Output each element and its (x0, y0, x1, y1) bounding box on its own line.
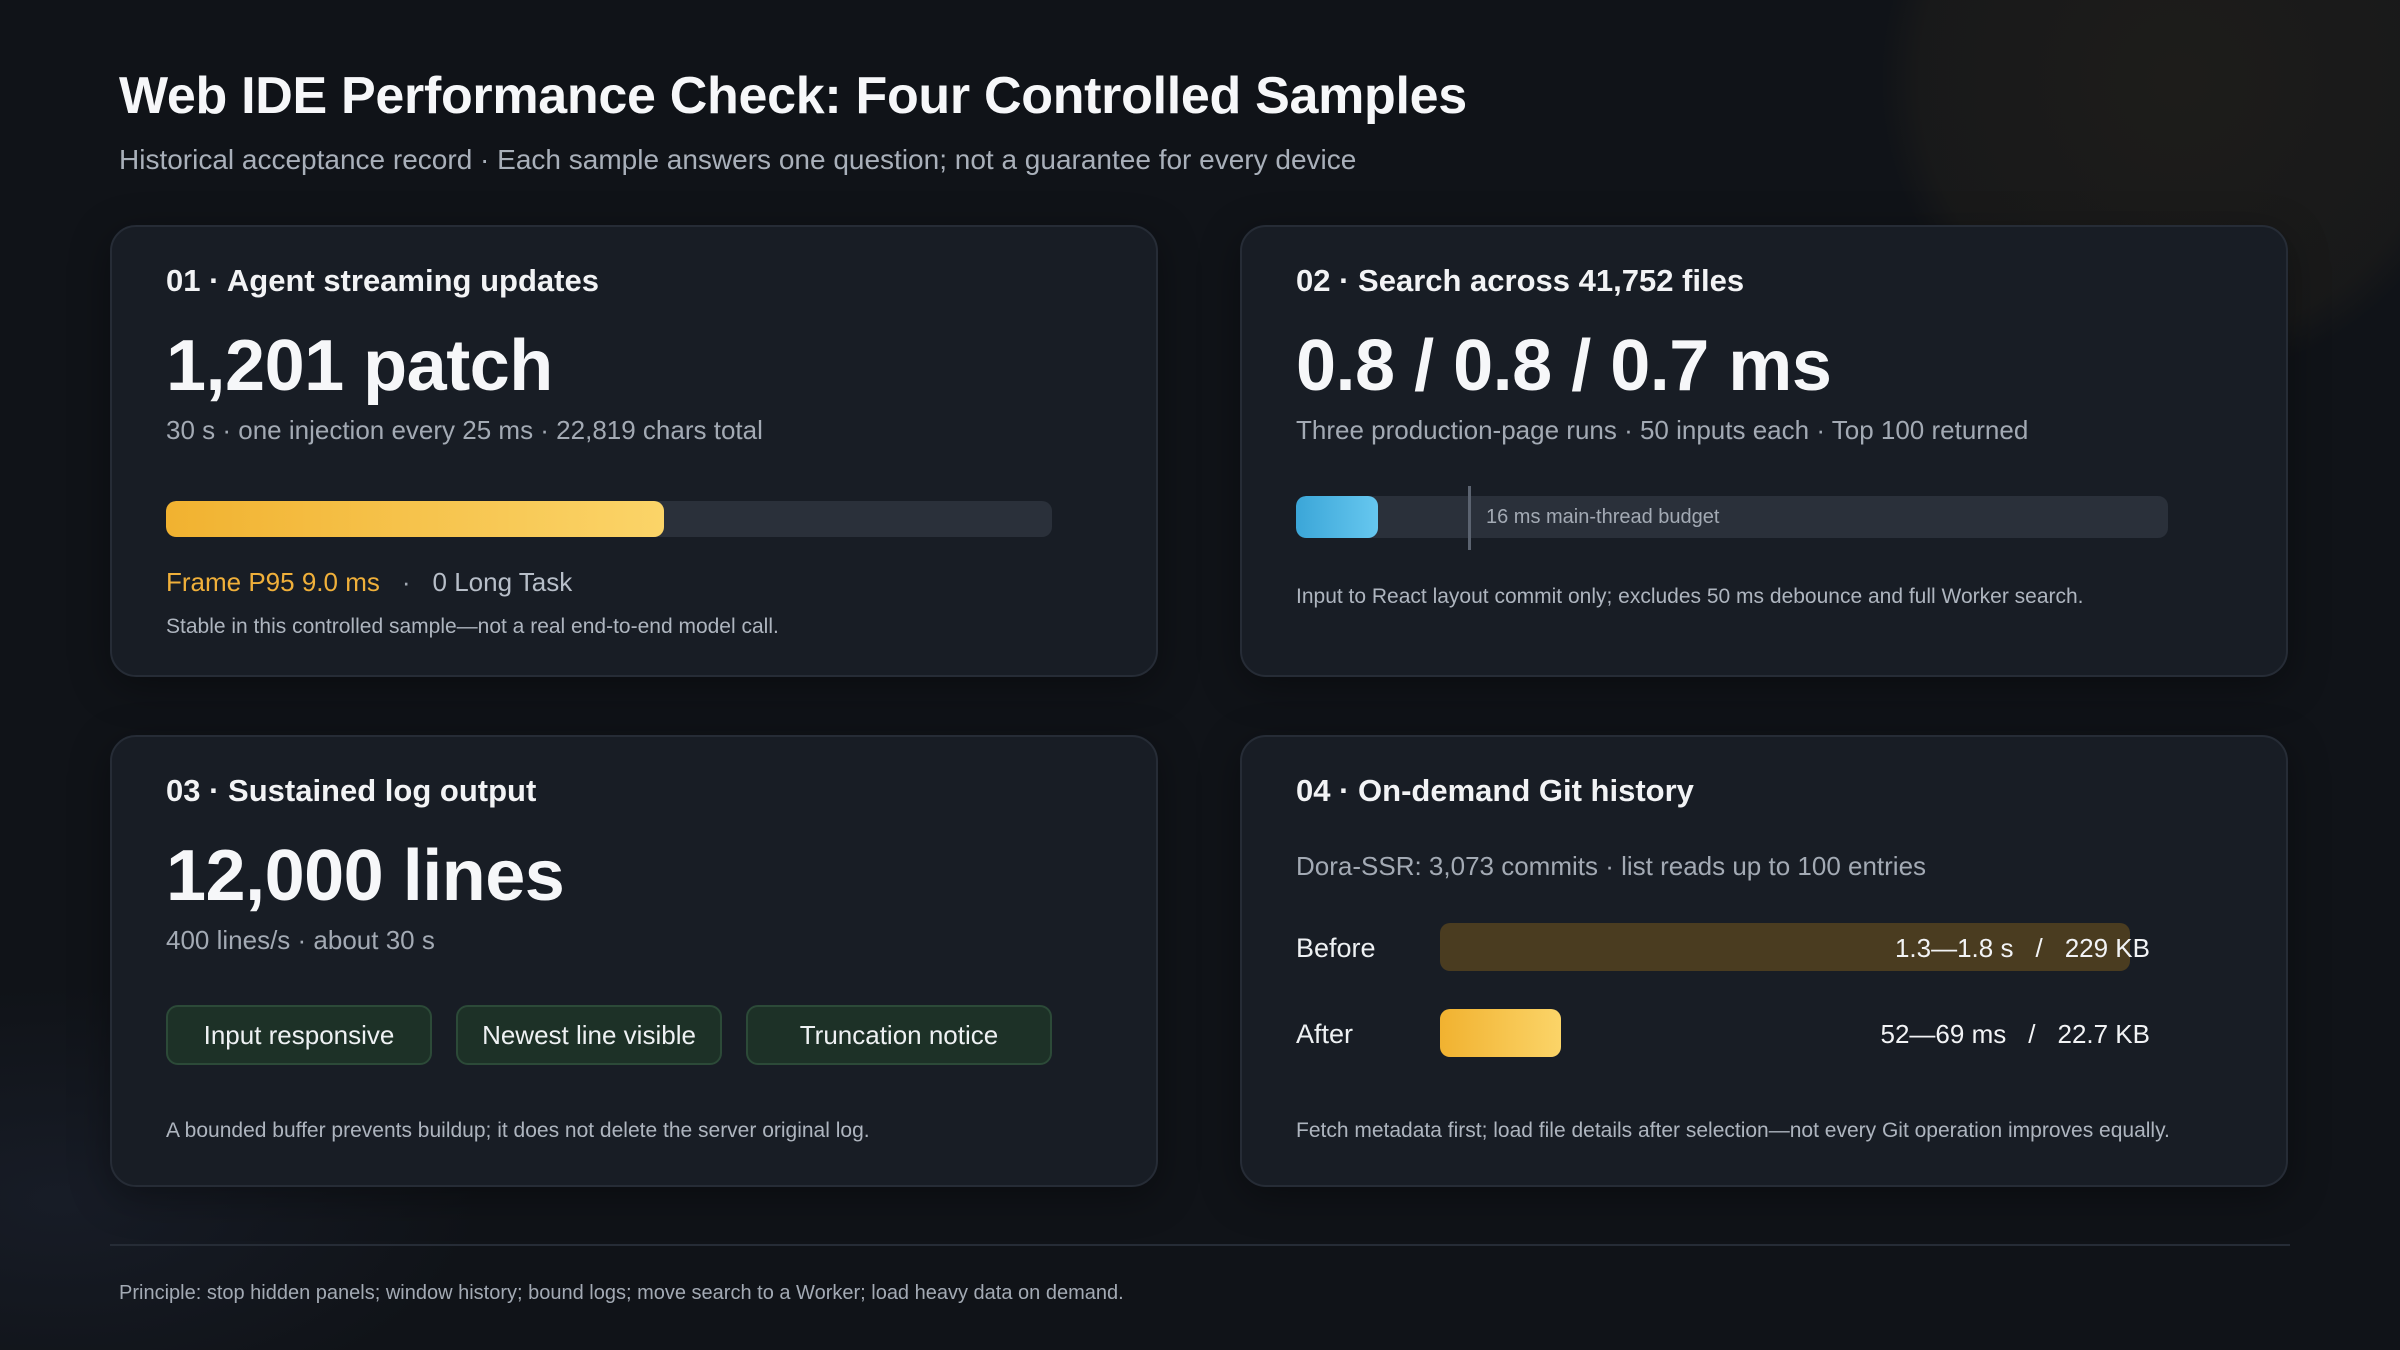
page-title: Web IDE Performance Check: Four Controll… (119, 67, 1467, 125)
before-value: 1.3—1.8 s / 229 KB (1895, 933, 2150, 964)
progress-fill (166, 501, 664, 537)
card-metric: 0.8 / 0.8 / 0.7 ms (1296, 326, 1832, 406)
card-agent-streaming: 01 · Agent streaming updates 1,201 patch… (110, 225, 1158, 677)
footer-divider (110, 1244, 2290, 1246)
card-log-output: 03 · Sustained log output 12,000 lines 4… (110, 735, 1158, 1187)
progress-track (166, 501, 1052, 537)
card-description: 400 lines/s · about 30 s (166, 925, 435, 955)
long-task-stat: 0 Long Task (432, 567, 573, 597)
row-label-after: After (1296, 1019, 1354, 1049)
chip-input-responsive: Input responsive (166, 1005, 432, 1065)
row-label-before: Before (1296, 933, 1376, 963)
stat-separator: · (401, 567, 411, 597)
after-value: 52—69 ms / 22.7 KB (1881, 1019, 2150, 1050)
page-subtitle: Historical acceptance record · Each samp… (119, 144, 1357, 175)
card-note: A bounded buffer prevents buildup; it do… (166, 1119, 870, 1142)
budget-label: 16 ms main-thread budget (1486, 506, 1720, 528)
card-heading: 01 · Agent streaming updates (166, 263, 599, 298)
chip-newest-line-visible: Newest line visible (456, 1005, 722, 1065)
card-description: Three production-page runs · 50 inputs e… (1296, 415, 2029, 445)
after-bar (1440, 1009, 1561, 1057)
frame-p95-stat: Frame P95 9.0 ms (166, 567, 380, 597)
footer-principle: Principle: stop hidden panels; window hi… (119, 1282, 1124, 1304)
card-search-files: 02 · Search across 41,752 files 0.8 / 0.… (1240, 225, 2288, 677)
value-slash: / (2028, 1019, 2036, 1049)
card-note: Input to React layout commit only; exclu… (1296, 585, 2084, 608)
frame-stats: Frame P95 9.0 ms · 0 Long Task (166, 567, 572, 598)
card-metric: 12,000 lines (166, 836, 565, 916)
card-git-history: 04 · On-demand Git history Dora-SSR: 3,0… (1240, 735, 2288, 1187)
budget-marker (1468, 486, 1471, 550)
card-heading: 03 · Sustained log output (166, 773, 537, 808)
chip-truncation-notice: Truncation notice (746, 1005, 1052, 1065)
before-size: 229 KB (2064, 933, 2150, 963)
card-note: Stable in this controlled sample—not a r… (166, 615, 779, 638)
budget-track: 16 ms main-thread budget (1296, 496, 2168, 538)
after-size: 22.7 KB (2057, 1019, 2150, 1049)
card-heading: 04 · On-demand Git history (1296, 773, 1694, 808)
before-time: 1.3—1.8 s (1894, 933, 2014, 963)
after-time: 52—69 ms (1880, 1019, 2007, 1049)
card-description: Dora-SSR: 3,073 commits · list reads up … (1296, 851, 1927, 881)
card-heading: 02 · Search across 41,752 files (1296, 263, 1745, 298)
card-note: Fetch metadata first; load file details … (1296, 1119, 2170, 1142)
search-time-fill (1296, 496, 1378, 538)
card-metric: 1,201 patch (166, 326, 553, 406)
card-description: 30 s · one injection every 25 ms · 22,81… (166, 415, 763, 445)
value-slash: / (2035, 933, 2043, 963)
